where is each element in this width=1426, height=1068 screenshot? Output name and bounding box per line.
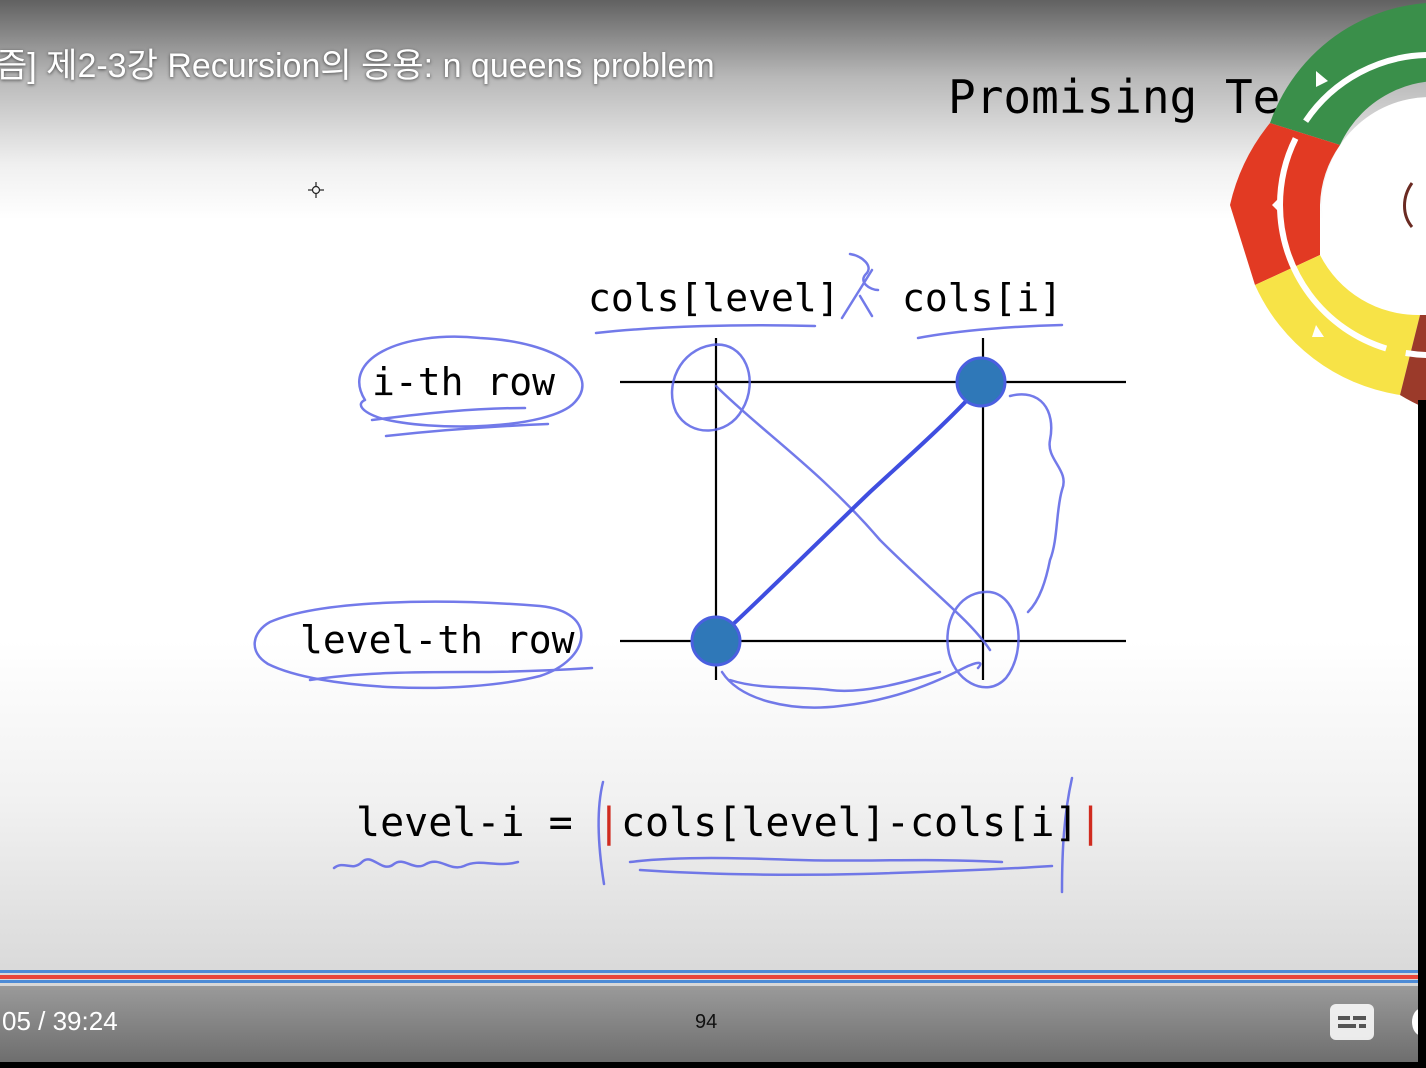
ink-underline-level-i (332, 858, 520, 870)
ink-not-equal-mark (840, 252, 880, 320)
label-levelth-row: level-th row (300, 618, 575, 662)
ink-underline-cols-i (916, 323, 1064, 340)
ink-cross-curve (714, 384, 992, 652)
page-number: 94 (695, 1011, 718, 1033)
label-cols-level: cols[level] (588, 276, 840, 320)
queen-level-row (690, 615, 742, 667)
ink-annotations (253, 252, 1074, 894)
ink-underline-formula-body (628, 856, 1054, 877)
formula-bar-close: | (1078, 800, 1103, 846)
video-frame[interactable]: 즘] 제2-3강 Recursion의 응용: n queens problem… (0, 0, 1426, 1068)
closed-captions-icon[interactable] (1330, 1004, 1374, 1040)
ink-circle-top-left (670, 343, 751, 432)
frame-edge-right (1418, 400, 1426, 1068)
frame-edge-bottom (0, 1062, 1426, 1068)
pen-color-wheel[interactable] (1230, 0, 1426, 420)
queen-i-row (955, 356, 1007, 408)
label-cols-i: cols[i] (902, 276, 1063, 320)
formula-left: level-i = (356, 800, 573, 846)
ink-underline-cols-level (594, 324, 817, 335)
progress-bar[interactable] (0, 968, 1426, 984)
label-ith-row: i-th row (372, 360, 556, 404)
progress-played (0, 975, 1426, 979)
time-display: 05 / 39:24 (2, 1006, 118, 1036)
formula-body: cols[level]-cols[i] (620, 800, 1079, 846)
ink-right-squiggle (1008, 393, 1065, 614)
ink-underline-levelth-row (308, 666, 594, 682)
ink-bottom-squiggle (720, 661, 982, 709)
formula-bar-open: | (596, 800, 621, 846)
formula: level-i = |cols[level]-cols[i]| (356, 800, 1103, 846)
